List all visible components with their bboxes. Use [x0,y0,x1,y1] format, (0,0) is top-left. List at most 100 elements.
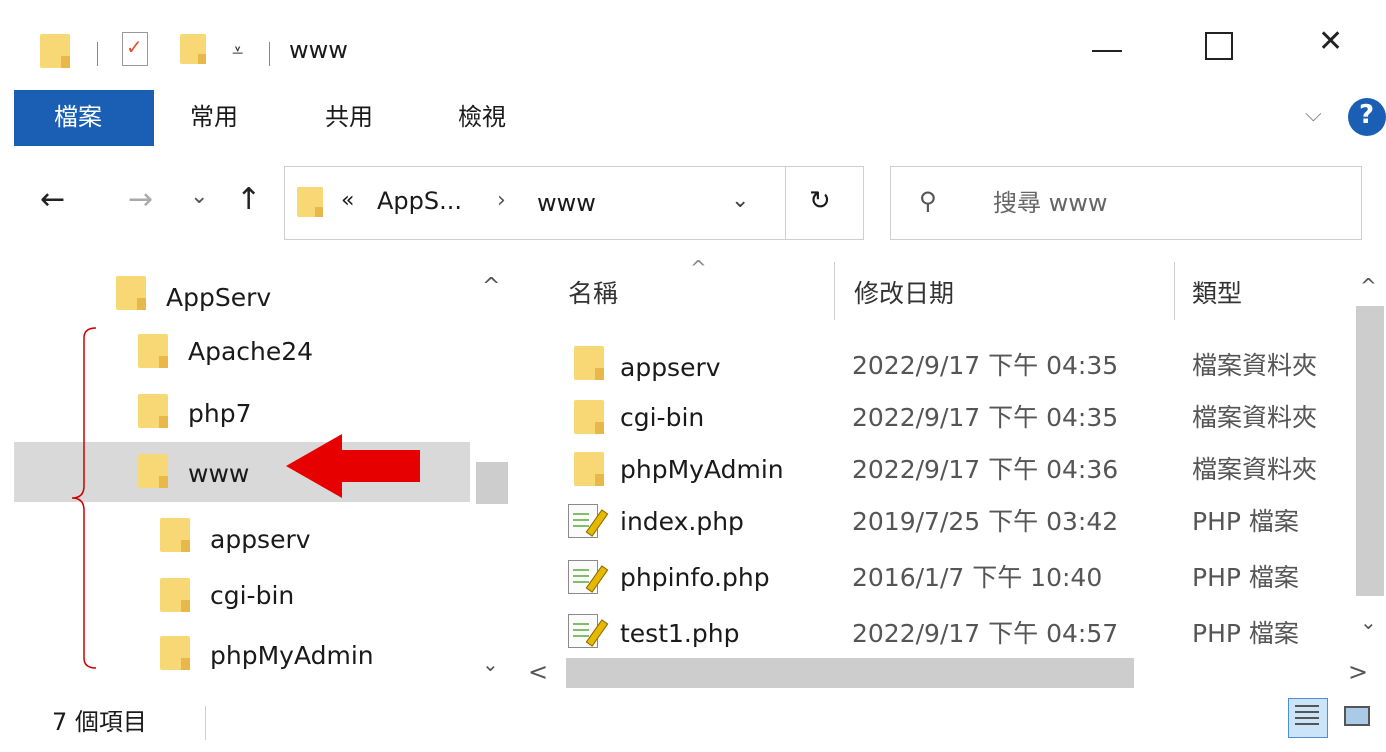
maximize-icon [1205,32,1233,60]
forward-button[interactable]: → [128,182,153,217]
folder-icon [574,452,604,486]
table-row[interactable]: appserv 2022/9/17 下午 04:35 檔案資料夾 [568,338,1348,394]
scroll-up-icon[interactable]: ^ [1360,274,1377,298]
file-list-hscrollbar[interactable]: < > [522,656,1386,692]
properties-icon[interactable]: ✓ [122,32,148,66]
folder-icon [574,400,604,434]
file-name: cgi-bin [620,403,705,432]
up-button[interactable]: ↑ [236,182,261,217]
column-divider [834,262,835,320]
table-row[interactable]: phpinfo.php 2016/1/7 下午 10:40 PHP 檔案 [568,560,1348,616]
back-button[interactable]: ← [40,182,65,217]
folder-icon [160,578,190,612]
tab-share-label: 共用 [325,103,373,131]
file-type: 檔案資料夾 [1192,455,1318,484]
scroll-left-icon[interactable]: < [528,658,548,686]
navigation-bar: ← → ⌄ ↑ « AppS... › www ⌄ ↻ ⚲ 搜尋 www [0,150,1386,256]
tab-home[interactable]: 常用 [190,90,260,146]
tab-file[interactable]: 檔案 [14,90,154,146]
tree-item-phpmyadmin[interactable]: phpMyAdmin [160,630,460,686]
tree-item-apache24[interactable]: Apache24 [138,328,458,384]
tree-item-appserv-sub[interactable]: appserv [160,512,460,568]
search-icon: ⚲ [919,187,937,215]
column-header-modified[interactable]: 修改日期 [836,272,1176,322]
forward-arrow-icon: → [128,182,154,217]
status-divider [205,706,206,740]
tree-item-cgi-bin[interactable]: cgi-bin [160,572,460,628]
file-name: appserv [620,353,721,382]
search-input[interactable]: 搜尋 www [993,187,1108,219]
tree-item-www[interactable]: www [138,446,278,502]
folder-icon [297,187,323,217]
details-view-button[interactable] [1288,698,1328,738]
column-header-label: 修改日期 [854,279,955,308]
folder-icon [160,518,190,552]
title-bar: ✓ ⩡ www ✕ [0,0,1386,90]
file-modified: 2022/9/17 下午 04:36 [852,455,1119,484]
close-icon: ✕ [1318,24,1344,59]
chevron-down-icon: ⌄ [190,184,209,209]
tree-item-appserv[interactable]: AppServ [116,270,456,326]
large-icons-view-button[interactable] [1340,700,1376,736]
status-bar: 7 個項目 [0,694,1386,752]
file-list-hscrollbar-thumb[interactable] [566,658,1134,688]
scroll-right-icon[interactable]: > [1348,658,1368,686]
help-button[interactable]: ? [1348,98,1386,136]
new-folder-icon[interactable] [180,34,206,64]
file-type: PHP 檔案 [1192,563,1299,592]
file-modified: 2022/9/17 下午 04:35 [852,351,1119,380]
ribbon-expand-button[interactable]: ⌵ [1305,102,1322,127]
tree-item-label: AppServ [166,283,272,312]
annotation-arrow-icon [286,434,420,498]
tree-scrollbar-thumb[interactable] [476,462,508,504]
tree-item-label: appserv [210,525,311,554]
tree-scrollbar[interactable]: ^ ⌄ [470,256,512,684]
refresh-icon[interactable]: ↻ [809,185,831,217]
table-row[interactable]: phpMyAdmin 2022/9/17 下午 04:36 檔案資料夾 [568,452,1348,508]
address-segment-appserv[interactable]: AppS... [377,185,462,217]
column-header-type[interactable]: 類型 [1176,272,1346,322]
minimize-button[interactable] [1090,28,1130,68]
folder-icon [160,636,190,670]
file-type: 檔案資料夾 [1192,403,1318,432]
tree-item-label: cgi-bin [210,581,295,610]
window-title: www [289,36,348,64]
tab-share[interactable]: 共用 [325,90,395,146]
address-segment-www[interactable]: www [537,187,596,219]
file-modified: 2022/9/17 下午 04:57 [852,619,1119,648]
file-name: index.php [620,507,744,536]
folder-icon [138,394,168,428]
qat-customize-icon[interactable]: ⩡ [232,38,243,62]
column-header-label: 類型 [1192,279,1243,308]
table-row[interactable]: cgi-bin 2022/9/17 下午 04:35 檔案資料夾 [568,396,1348,452]
scroll-down-icon[interactable]: ⌄ [482,652,499,676]
address-dropdown-icon[interactable]: ⌄ [731,185,749,217]
php-file-icon [568,560,609,594]
back-arrow-icon: ← [40,182,66,217]
qat-divider-2 [269,42,270,66]
table-row[interactable]: index.php 2019/7/25 下午 03:42 PHP 檔案 [568,504,1348,560]
recent-locations-button[interactable]: ⌄ [190,184,208,209]
scroll-up-icon[interactable]: ^ [482,274,500,299]
scroll-down-icon[interactable]: ⌄ [1360,610,1377,634]
file-list-pane: 名稱 ^ 修改日期 類型 appserv 2022/9/17 下午 04:35 … [512,256,1386,694]
folder-icon [116,276,146,310]
address-overflow[interactable]: « [341,185,354,217]
close-button[interactable]: ✕ [1318,24,1343,59]
search-box[interactable]: ⚲ 搜尋 www [890,166,1362,240]
file-type: PHP 檔案 [1192,619,1299,648]
tab-file-label: 檔案 [54,103,102,131]
file-list-vscrollbar[interactable]: ^ ⌄ [1354,256,1386,656]
address-bar[interactable]: « AppS... › www ⌄ ↻ [284,166,864,240]
annotation-bracket [71,326,102,669]
navigation-pane: AppServ Apache24 php7 www appserv cgi-bi… [0,256,512,684]
tab-view[interactable]: 檢視 [458,90,528,146]
ribbon: 檔案 常用 共用 檢視 ⌵ ? [0,90,1386,150]
maximize-button[interactable] [1205,32,1235,62]
large-icons-view-icon [1344,706,1370,726]
file-type: PHP 檔案 [1192,507,1299,536]
folder-icon [574,346,604,380]
file-list-vscrollbar-thumb[interactable] [1356,306,1384,596]
tree-item-label: Apache24 [188,337,314,366]
folder-icon [40,34,70,68]
